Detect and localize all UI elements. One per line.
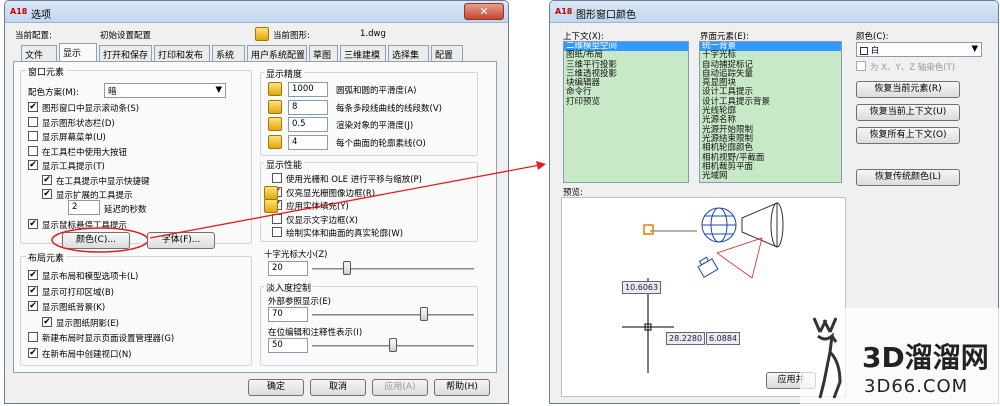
watermark-brand: 3D溜溜网 xyxy=(862,341,989,374)
watermark-site: 3D66.COM xyxy=(864,376,969,397)
deer-logo-icon xyxy=(812,317,842,399)
watermark: 3D溜溜网 3D66.COM xyxy=(800,308,1000,406)
